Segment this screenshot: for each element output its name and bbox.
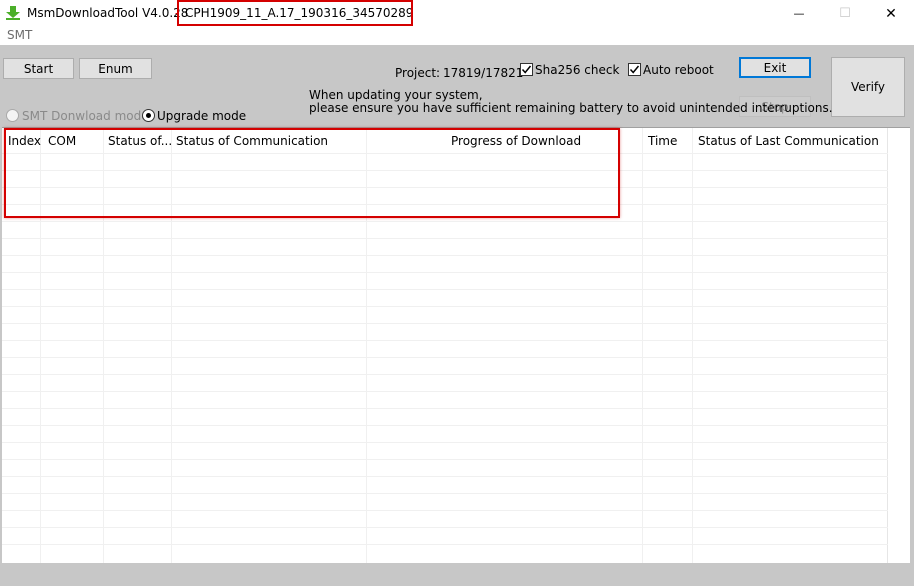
notice-line-1: When updating your system,	[309, 88, 483, 102]
auto-reboot-label[interactable]: Auto reboot	[643, 63, 714, 77]
project-value: 17819/17821	[443, 66, 524, 80]
grid-row-divider	[2, 408, 888, 409]
grid-row-divider	[2, 510, 888, 511]
auto-reboot-checkbox[interactable]	[628, 63, 641, 76]
checkmark-icon	[629, 65, 640, 74]
upgrade-mode-label[interactable]: Upgrade mode	[157, 109, 246, 123]
grid-row-divider	[2, 255, 888, 256]
grid-row-divider	[2, 391, 888, 392]
grid-row-divider	[2, 527, 888, 528]
grid-row-divider	[2, 340, 888, 341]
verify-button-label: Verify	[850, 80, 886, 94]
grid-row-divider	[2, 357, 888, 358]
maximize-icon: ☐	[839, 6, 851, 21]
app-title: MsmDownloadTool V4.0.28	[27, 6, 189, 20]
grid-row-divider	[2, 306, 888, 307]
column-header-last-communication[interactable]: Status of Last Communication	[698, 134, 879, 148]
grid-row-divider	[2, 374, 888, 375]
sha256-label[interactable]: Sha256 check	[535, 63, 619, 77]
maximize-button[interactable]: ☐	[822, 0, 868, 27]
grid-header-highlight	[4, 128, 620, 218]
verify-button[interactable]: Verify	[831, 57, 905, 117]
grid-row-divider	[2, 221, 888, 222]
grid-row-divider	[2, 323, 888, 324]
grid-row-divider	[2, 476, 888, 477]
grid-row-divider	[2, 425, 888, 426]
exit-button[interactable]: Exit	[739, 57, 811, 78]
minimize-button[interactable]: —	[776, 0, 822, 27]
grid-row-divider	[2, 493, 888, 494]
start-button-label: Start	[23, 61, 54, 76]
grid-row-divider	[2, 289, 888, 290]
radio-selected-dot	[146, 113, 151, 118]
download-arrow-icon	[6, 6, 20, 20]
close-icon: ✕	[885, 5, 897, 22]
grid-row-divider	[2, 459, 888, 460]
smt-mode-radio[interactable]	[6, 109, 19, 122]
grid-row-divider	[2, 238, 888, 239]
minimize-icon: —	[793, 7, 805, 20]
close-button[interactable]: ✕	[868, 0, 914, 27]
grid-column-divider	[887, 128, 888, 564]
column-header-time[interactable]: Time	[648, 134, 677, 148]
smt-mode-label[interactable]: SMT Donwload mode	[22, 109, 149, 123]
toolbar: Start Enum Project: 17819/17821 Sha256 c…	[0, 45, 914, 127]
status-bar	[0, 563, 914, 586]
menu-item-smt[interactable]: SMT	[7, 28, 32, 42]
checkmark-icon	[521, 65, 532, 74]
grid-column-divider	[642, 128, 643, 564]
grid-column-divider	[692, 128, 693, 564]
upgrade-mode-radio[interactable]	[142, 109, 155, 122]
start-button[interactable]: Start	[3, 58, 74, 79]
notice-line-2: please ensure you have sufficient remain…	[309, 101, 833, 115]
grid-row-divider	[2, 544, 888, 545]
project-label: Project:	[395, 66, 441, 80]
grid-right-border	[910, 127, 914, 563]
exit-button-label: Exit	[763, 60, 787, 75]
enum-button-label: Enum	[98, 61, 133, 76]
title-bar: MsmDownloadTool V4.0.28 - CPH1909_11_A.1…	[0, 0, 914, 27]
grid-row-divider	[2, 442, 888, 443]
project-name-highlight	[177, 0, 413, 26]
enum-button[interactable]: Enum	[79, 58, 152, 79]
grid-row-divider	[2, 272, 888, 273]
sha256-checkbox[interactable]	[520, 63, 533, 76]
menu-bar: SMT	[0, 27, 914, 45]
